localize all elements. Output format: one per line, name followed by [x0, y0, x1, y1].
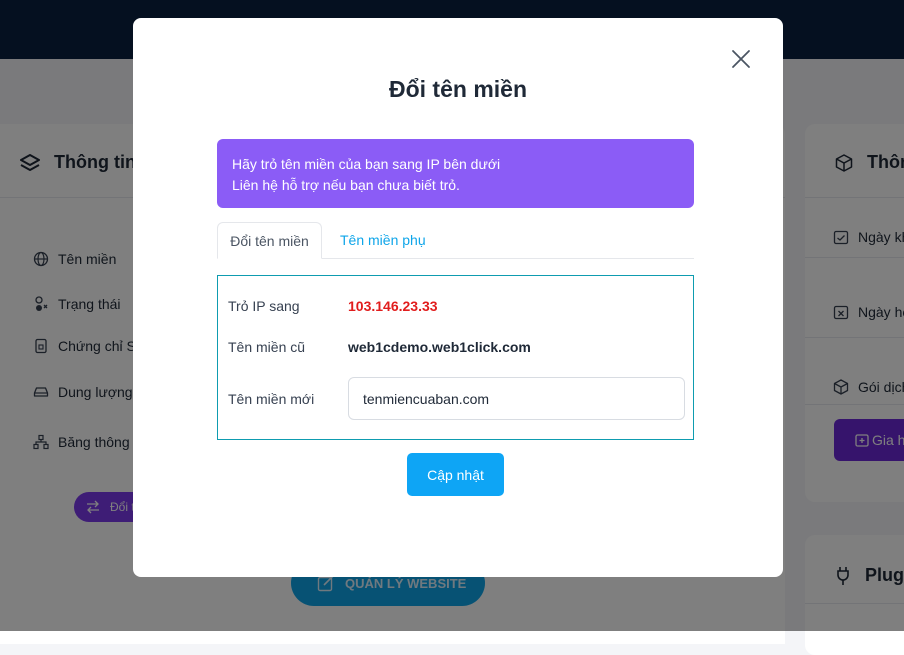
close-button[interactable]: [730, 48, 752, 70]
tab-sub-domain[interactable]: Tên miền phụ: [340, 222, 426, 258]
alert-line-2: Liên hệ hỗ trợ nếu bạn chưa biết trỏ.: [232, 177, 460, 193]
modal-tabs: Đổi tên miền Tên miền phụ: [217, 222, 694, 259]
new-domain-input[interactable]: [348, 377, 685, 420]
new-domain-label: Tên miền mới: [228, 391, 315, 407]
ip-label: Trỏ IP sang: [228, 298, 300, 314]
close-icon: [732, 50, 750, 68]
modal-title: Đổi tên miền: [388, 76, 527, 102]
update-button[interactable]: Cập nhật: [407, 453, 504, 496]
tab-change-domain[interactable]: Đổi tên miền: [217, 222, 322, 259]
alert-line-1: Hãy trỏ tên miền của bạn sang IP bên dướ…: [232, 156, 501, 172]
ip-value: 103.146.23.33: [348, 298, 438, 314]
change-domain-form: Trỏ IP sang 103.146.23.33 Tên miền cũ we…: [217, 275, 694, 440]
old-domain-label: Tên miền cũ: [228, 339, 306, 355]
old-domain-value: web1cdemo.web1click.com: [348, 339, 531, 355]
change-domain-modal: Đổi tên miền Hãy trỏ tên miền của bạn sa…: [133, 18, 783, 577]
info-alert: Hãy trỏ tên miền của bạn sang IP bên dướ…: [217, 139, 694, 208]
